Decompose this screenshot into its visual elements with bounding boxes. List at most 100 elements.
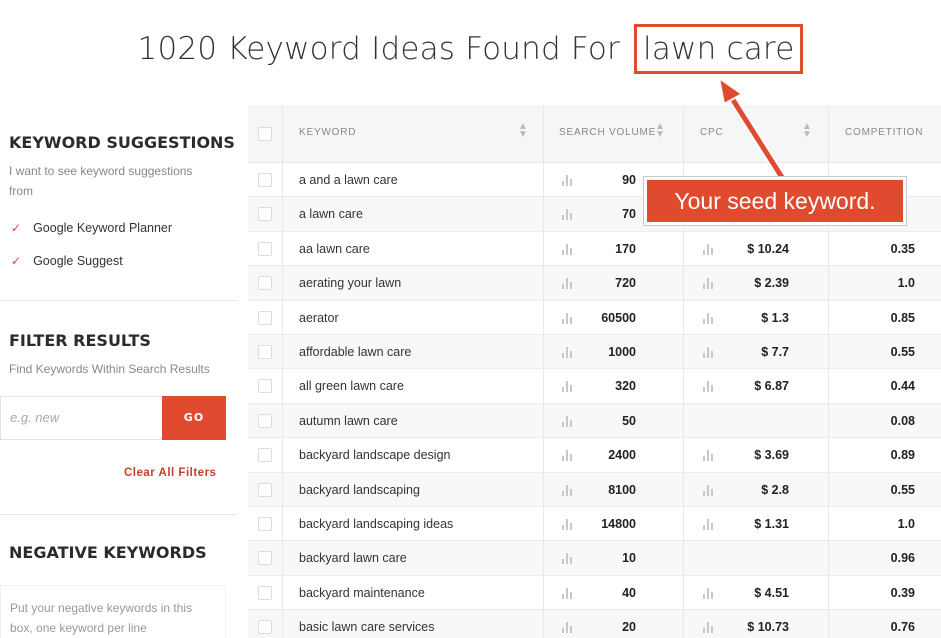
row-checkbox[interactable]	[258, 585, 272, 600]
table-row[interactable]: all green lawn care 320 $ 6.87 0.44	[248, 369, 941, 404]
volume-chart-icon[interactable]	[562, 449, 574, 462]
search-volume-cell: 40	[622, 585, 636, 600]
row-checkbox[interactable]	[258, 516, 272, 531]
column-separator	[282, 575, 283, 610]
table-row[interactable]: backyard landscaping 8100 $ 2.8 0.55	[248, 472, 941, 507]
column-separator	[683, 403, 684, 438]
table-row[interactable]: backyard lawn care 10 0.96	[248, 541, 941, 576]
column-separator	[683, 506, 684, 541]
column-separator	[543, 197, 544, 231]
keyword-cell[interactable]: aa lawn care	[299, 242, 370, 256]
volume-chart-icon[interactable]	[562, 346, 574, 358]
keyword-cell[interactable]: backyard landscape design	[299, 448, 451, 462]
row-checkbox[interactable]	[258, 310, 272, 325]
volume-chart-icon[interactable]	[562, 277, 574, 290]
header-competition[interactable]: COMPETITION	[845, 127, 923, 138]
table-row[interactable]: backyard landscaping ideas 14800 $ 1.31 1.0	[248, 506, 941, 542]
volume-chart-icon[interactable]	[562, 312, 574, 324]
volume-chart-icon[interactable]	[562, 243, 574, 255]
table-row[interactable]: aa lawn care 170 $ 10.24 0.35	[248, 231, 941, 267]
source-google-keyword-planner[interactable]: ✓ Google Keyword Planner	[11, 221, 172, 235]
select-all-checkbox[interactable]	[258, 127, 272, 141]
column-separator	[683, 369, 684, 403]
column-separator	[543, 472, 544, 506]
competition-cell: 0.35	[890, 241, 915, 256]
cpc-cell: $ 10.73	[747, 620, 789, 635]
volume-chart-icon[interactable]	[562, 208, 574, 221]
keyword-cell[interactable]: autumn lawn care	[299, 414, 398, 428]
volume-chart-icon[interactable]	[562, 380, 574, 393]
table-row[interactable]: affordable lawn care 1000 $ 7.7 0.55	[248, 334, 941, 370]
column-separator	[282, 506, 283, 541]
volume-chart-icon[interactable]	[562, 174, 574, 186]
column-separator	[543, 610, 544, 638]
column-separator	[543, 541, 544, 575]
row-checkbox[interactable]	[258, 620, 272, 635]
row-checkbox[interactable]	[258, 551, 272, 566]
column-separator	[543, 231, 544, 266]
search-volume-cell: 14800	[601, 516, 636, 531]
row-checkbox[interactable]	[258, 207, 272, 222]
keyword-cell[interactable]: a lawn care	[299, 207, 363, 221]
header-keyword[interactable]: KEYWORD	[299, 127, 356, 138]
volume-chart-icon[interactable]	[562, 587, 574, 599]
competition-cell: 1.0	[897, 516, 915, 531]
competition-cell: 0.96	[890, 551, 915, 566]
header-search-volume[interactable]: SEARCH VOLUME	[559, 127, 656, 138]
row-checkbox[interactable]	[258, 241, 272, 256]
negative-keywords-textarea[interactable]: Put your negative keywords in this box, …	[0, 585, 226, 638]
table-row[interactable]: aerating your lawn 720 $ 2.39 1.0	[248, 266, 941, 301]
row-checkbox[interactable]	[258, 482, 272, 497]
header-cpc[interactable]: CPC	[700, 127, 724, 138]
table-body: a and a lawn care 90 a lawn care 70 aa lawn …	[248, 163, 941, 638]
table-row[interactable]: backyard maintenance 40 $ 4.51 0.39	[248, 575, 941, 611]
sort-icon[interactable]: ▲ ▼	[655, 122, 665, 140]
volume-chart-icon[interactable]	[562, 415, 574, 427]
competition-cell: 0.39	[890, 585, 915, 600]
keyword-cell[interactable]: backyard lawn care	[299, 551, 407, 565]
column-separator	[543, 575, 544, 610]
keyword-cell[interactable]: a and a lawn care	[299, 173, 398, 187]
title-prefix: 1020 Keyword Ideas Found For	[137, 31, 620, 67]
sort-icon[interactable]: ▲ ▼	[518, 122, 528, 140]
table-row[interactable]: backyard landscape design 2400 $ 3.69 0.89	[248, 438, 941, 473]
filter-input[interactable]: e.g. new	[0, 396, 163, 440]
row-checkbox[interactable]	[258, 413, 272, 428]
keyword-cell[interactable]: backyard maintenance	[299, 586, 425, 600]
clear-all-filters-link[interactable]: Clear All Filters	[124, 467, 216, 479]
keyword-cell[interactable]: aerator	[299, 311, 339, 325]
column-separator	[683, 105, 684, 162]
volume-chart-icon[interactable]	[562, 484, 574, 496]
keyword-cell[interactable]: basic lawn care services	[299, 620, 434, 634]
table-row[interactable]: aerator 60500 $ 1.3 0.85	[248, 300, 941, 335]
table-row[interactable]: basic lawn care services 20 $ 10.73 0.76	[248, 610, 941, 638]
source-google-suggest[interactable]: ✓ Google Suggest	[11, 254, 123, 268]
row-checkbox[interactable]	[258, 448, 272, 463]
volume-chart-icon[interactable]	[562, 552, 574, 565]
competition-cell: 1.0	[897, 276, 915, 291]
volume-chart-icon[interactable]	[562, 518, 574, 530]
column-separator	[543, 369, 544, 403]
sort-icon[interactable]: ▲ ▼	[802, 122, 812, 140]
keyword-cell[interactable]: backyard landscaping ideas	[299, 517, 453, 531]
row-checkbox[interactable]	[258, 344, 272, 359]
competition-cell: 0.85	[890, 310, 915, 325]
column-separator	[683, 300, 684, 334]
search-volume-cell: 10	[622, 551, 636, 566]
table-row[interactable]: autumn lawn care 50 0.08	[248, 403, 941, 439]
cpc-cell: $ 1.3	[761, 310, 789, 325]
row-checkbox[interactable]	[258, 276, 272, 291]
keyword-cell[interactable]: affordable lawn care	[299, 345, 411, 359]
column-separator	[282, 438, 283, 472]
volume-chart-icon[interactable]	[562, 621, 574, 634]
go-button[interactable]: GO	[162, 396, 226, 440]
column-separator	[282, 266, 283, 300]
row-checkbox[interactable]	[258, 173, 272, 187]
cpc-cell: $ 6.87	[754, 379, 789, 394]
seed-keyword-callout: Your seed keyword.	[643, 176, 907, 226]
keyword-cell[interactable]: aerating your lawn	[299, 276, 401, 290]
filter-results-heading: FILTER RESULTS	[9, 331, 151, 350]
keyword-cell[interactable]: backyard landscaping	[299, 483, 420, 497]
keyword-cell[interactable]: all green lawn care	[299, 379, 404, 393]
row-checkbox[interactable]	[258, 379, 272, 394]
